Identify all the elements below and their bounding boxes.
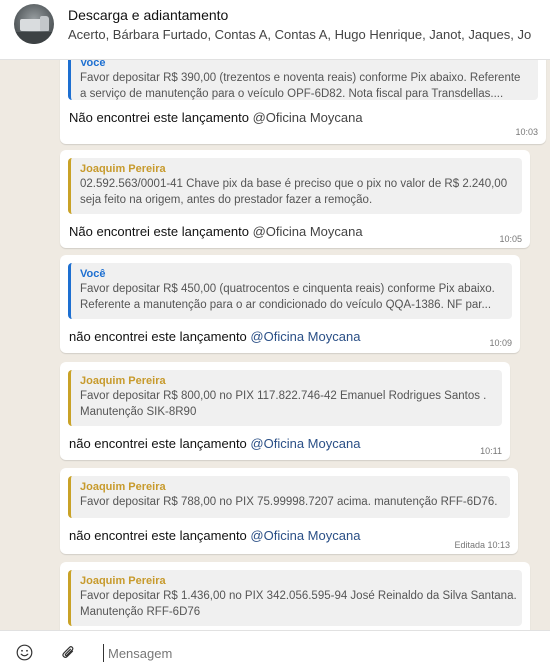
message-bubble[interactable]: Você Favor depositar R$ 450,00 (quatroce… [60, 255, 520, 353]
group-avatar[interactable] [14, 4, 54, 44]
message-time: 10:11 [480, 446, 502, 456]
mention-link[interactable]: @Oficina Moycana [253, 224, 363, 239]
quote-author: Você [80, 60, 106, 69]
quote-line: Favor depositar R$ 788,00 no PIX 75.9999… [80, 496, 498, 508]
message-text: Não encontrei este lançamento @Oficina M… [69, 110, 363, 125]
message-bubble[interactable]: Joaquim Pereira 02.592.563/0001-41 Chave… [60, 150, 530, 248]
quote-line: Favor depositar R$ 450,00 (quatrocentos … [80, 283, 495, 295]
quoted-message[interactable]: Joaquim Pereira Favor depositar R$ 788,0… [68, 476, 510, 518]
quote-line: a serviço de manutenção para o veículo O… [80, 88, 504, 100]
message-text: não encontrei este lançamento @Oficina M… [69, 436, 360, 451]
message-body: não encontrei este lançamento [69, 329, 251, 344]
message-body: não encontrei este lançamento [69, 436, 251, 451]
message-time: 10:05 [499, 234, 522, 244]
message-text: não encontrei este lançamento @Oficina M… [69, 528, 360, 543]
message-text: Não encontrei este lançamento @Oficina M… [69, 224, 363, 239]
message-bubble[interactable]: Joaquim Pereira Favor depositar R$ 1.436… [60, 562, 530, 630]
chat-title[interactable]: Descarga e adiantamento [68, 7, 228, 23]
mention-link[interactable]: @Oficina Moycana [250, 528, 360, 543]
message-time: Editada 10:13 [454, 540, 510, 550]
quote-line: Favor depositar R$ 1.436,00 no PIX 342.0… [80, 590, 517, 602]
chat-header[interactable]: Descarga e adiantamento Acerto, Bárbara … [0, 0, 550, 60]
message-bubble[interactable]: Você Favor depositar R$ 390,00 (trezento… [60, 60, 546, 144]
quote-line: Favor depositar R$ 390,00 (trezentos e n… [80, 72, 521, 84]
quoted-message[interactable]: Você Favor depositar R$ 390,00 (trezento… [68, 60, 538, 100]
smiley-icon[interactable] [15, 643, 33, 661]
mention-link[interactable]: @Oficina Moycana [250, 436, 360, 451]
quote-line: Favor depositar R$ 800,00 no PIX 117.822… [80, 390, 487, 402]
quote-line: seja feito na origem, antes do prestador… [80, 194, 373, 206]
message-time: 10:03 [515, 127, 538, 137]
quoted-message[interactable]: Joaquim Pereira 02.592.563/0001-41 Chave… [68, 158, 522, 214]
message-input[interactable] [103, 644, 523, 662]
quote-author: Joaquim Pereira [80, 163, 166, 175]
quote-line: 02.592.563/0001-41 Chave pix da base é p… [80, 178, 508, 190]
mention-link[interactable]: @Oficina Moycana [250, 329, 360, 344]
quoted-message[interactable]: Joaquim Pereira Favor depositar R$ 1.436… [68, 570, 522, 626]
quoted-message[interactable]: Você Favor depositar R$ 450,00 (quatroce… [68, 263, 512, 319]
chat-members: Acerto, Bárbara Furtado, Contas A, Conta… [68, 27, 532, 42]
quote-line: Manutenção SIK-8R90 [80, 406, 197, 418]
message-composer [0, 630, 550, 670]
message-list[interactable]: Você Favor depositar R$ 390,00 (trezento… [0, 60, 550, 630]
message-body: Não encontrei este lançamento [69, 224, 253, 239]
paperclip-icon[interactable] [59, 643, 77, 661]
quote-author: Você [80, 268, 106, 280]
quote-author: Joaquim Pereira [80, 375, 166, 387]
message-bubble[interactable]: Joaquim Pereira Favor depositar R$ 800,0… [60, 362, 510, 460]
quote-line: Referente a manutenção para o ar condici… [80, 299, 492, 311]
mention-link[interactable]: @Oficina Moycana [253, 110, 363, 125]
quote-author: Joaquim Pereira [80, 575, 166, 587]
message-time: 10:09 [489, 338, 512, 348]
quote-line: Manutenção RFF-6D76 [80, 606, 201, 618]
message-body: não encontrei este lançamento [69, 528, 251, 543]
quoted-message[interactable]: Joaquim Pereira Favor depositar R$ 800,0… [68, 370, 502, 426]
quote-author: Joaquim Pereira [80, 481, 166, 493]
message-body: Não encontrei este lançamento [69, 110, 253, 125]
message-text: não encontrei este lançamento @Oficina M… [69, 329, 360, 344]
message-bubble[interactable]: Joaquim Pereira Favor depositar R$ 788,0… [60, 468, 518, 554]
